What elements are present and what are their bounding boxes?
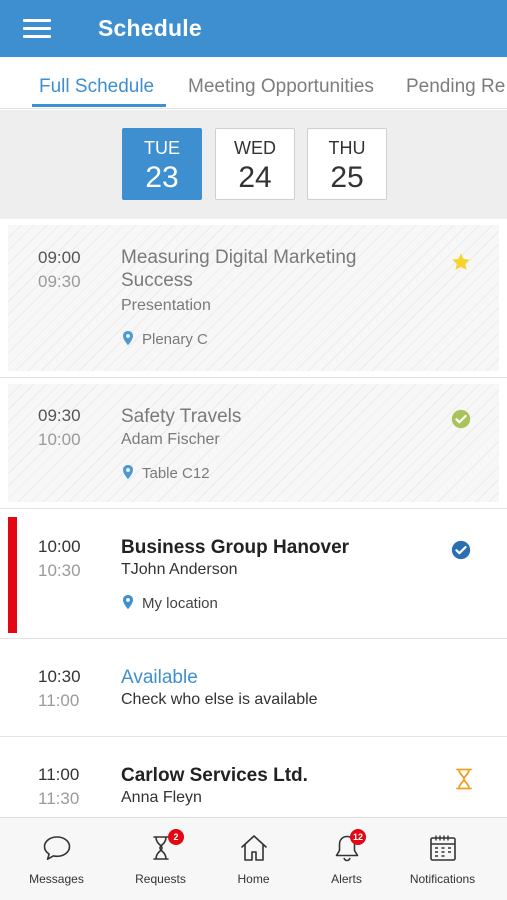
location-pin-icon [123, 595, 133, 610]
event-title: Measuring Digital Marketing Success [121, 247, 357, 291]
location-label: My location [142, 595, 218, 612]
event-subtitle: Check who else is available [121, 691, 318, 708]
start-time: 10:30 [38, 667, 81, 686]
calendar-icon [429, 835, 456, 861]
bottom-navigation: Messages 2 Requests Home 12 Alerts Notif… [0, 817, 507, 900]
location-label: Plenary C [142, 331, 208, 348]
day-of-month: 25 [330, 161, 364, 194]
event-subtitle: Anna Fleyn [121, 789, 202, 806]
day-button-thu[interactable]: THU 25 [307, 128, 387, 200]
active-tab-indicator [32, 104, 166, 107]
end-time: 10:00 [38, 430, 81, 449]
start-time: 11:00 [38, 765, 80, 784]
check-circle-icon[interactable] [450, 408, 472, 430]
schedule-list: 09:00 09:30 Measuring Digital Marketing … [0, 219, 507, 817]
current-event-indicator [8, 517, 17, 633]
app-header: Schedule [0, 0, 507, 57]
event-location: My location [121, 595, 218, 612]
day-of-month: 23 [145, 161, 179, 194]
end-time: 11:30 [38, 789, 80, 808]
chat-bubble-icon [43, 836, 70, 860]
nav-label: Messages [29, 872, 84, 886]
event-subtitle: TJohn Anderson [121, 561, 238, 578]
star-icon[interactable] [450, 251, 472, 273]
start-time: 09:30 [38, 406, 81, 425]
start-time: 09:00 [38, 248, 81, 267]
event-location: Table C12 [121, 465, 210, 482]
tab-full-schedule[interactable]: Full Schedule [39, 76, 154, 98]
schedule-item-available[interactable]: 10:30 11:00 Available Check who else is … [0, 639, 507, 737]
day-of-month: 24 [238, 161, 272, 194]
day-of-week: TUE [144, 138, 180, 158]
nav-label: Alerts [331, 872, 362, 886]
hourglass-icon[interactable] [455, 768, 473, 790]
event-title: Business Group Hanover [121, 537, 350, 558]
schedule-item[interactable]: 11:00 11:30 Carlow Services Ltd. Anna Fl… [0, 737, 507, 817]
nav-label: Home [237, 872, 270, 886]
start-time: 10:00 [38, 537, 81, 556]
nav-label: Notifications [409, 872, 476, 886]
requests-badge: 2 [168, 829, 184, 845]
nav-label: Requests [135, 872, 186, 886]
schedule-item[interactable]: 09:00 09:30 Measuring Digital Marketing … [0, 219, 507, 378]
tab-meeting-opportunities[interactable]: Meeting Opportunities [188, 76, 374, 98]
schedule-tabs: Full Schedule Meeting Opportunities Pend… [0, 57, 507, 109]
day-button-wed[interactable]: WED 24 [215, 128, 295, 200]
menu-icon[interactable] [23, 19, 51, 39]
end-time: 09:30 [38, 272, 81, 291]
page-title: Schedule [98, 15, 202, 41]
alerts-badge: 12 [350, 829, 366, 845]
nav-requests[interactable]: 2 Requests [110, 818, 211, 900]
end-time: 11:00 [38, 691, 80, 710]
schedule-item[interactable]: 09:30 10:00 Safety Travels Adam Fischer … [0, 378, 507, 509]
available-title[interactable]: Available [121, 666, 421, 689]
home-icon [240, 835, 267, 861]
location-label: Table C12 [142, 465, 210, 482]
event-title: Carlow Services Ltd. [121, 765, 308, 786]
past-event-background [8, 384, 499, 502]
check-circle-icon[interactable] [450, 539, 472, 561]
nav-messages[interactable]: Messages [6, 818, 107, 900]
tab-pending-requests[interactable]: Pending Re [406, 76, 505, 98]
day-button-tue[interactable]: TUE 23 [122, 128, 202, 200]
day-selector: TUE 23 WED 24 THU 25 [0, 110, 507, 219]
day-of-week: WED [234, 138, 276, 158]
nav-notifications[interactable]: Notifications [392, 818, 493, 900]
nav-alerts[interactable]: 12 Alerts [296, 818, 397, 900]
event-subtitle: Adam Fischer [121, 431, 220, 448]
location-pin-icon [123, 331, 133, 346]
event-location: Plenary C [121, 331, 208, 348]
day-of-week: THU [328, 138, 366, 158]
event-title: Safety Travels [121, 406, 242, 427]
schedule-item-current[interactable]: 10:00 10:30 Business Group Hanover TJohn… [0, 509, 507, 639]
event-subtitle: Presentation [121, 297, 211, 314]
end-time: 10:30 [38, 561, 81, 580]
nav-home[interactable]: Home [203, 818, 304, 900]
location-pin-icon [123, 465, 133, 480]
